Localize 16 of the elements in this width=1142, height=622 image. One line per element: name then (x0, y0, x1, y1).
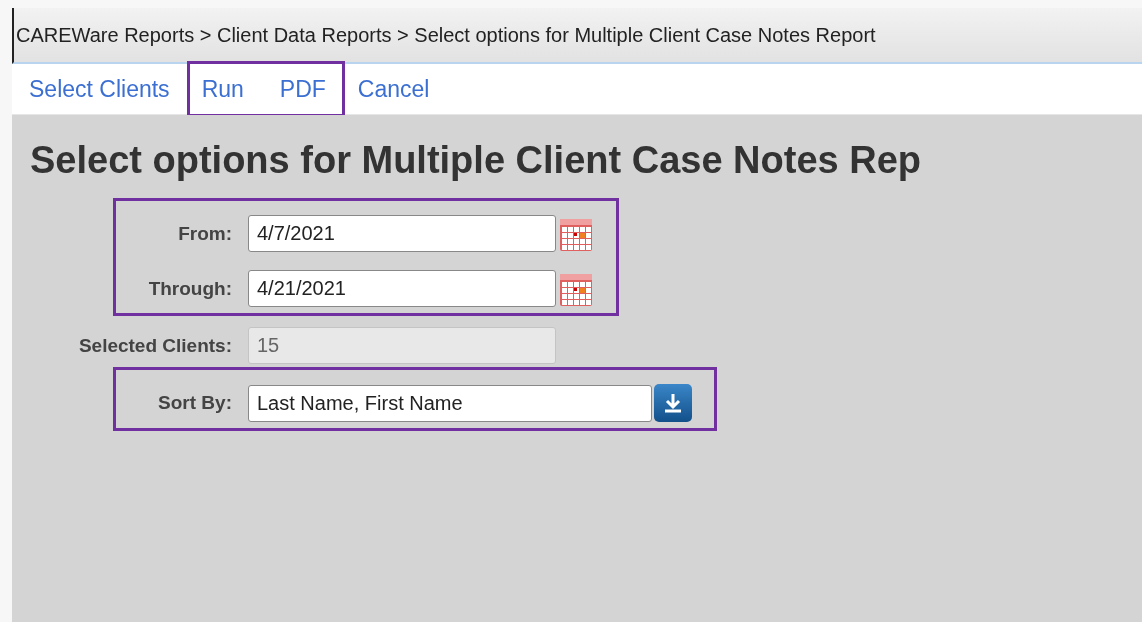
toolbar-link[interactable]: Run (201, 75, 244, 103)
dropdown-button[interactable] (654, 384, 692, 422)
field-label: Sort By: (158, 391, 232, 415)
sort-field[interactable]: Last Name, First Name (248, 384, 652, 422)
page-title: Select options for Multiple Client Case Notes Rep (30, 139, 922, 182)
toolbar-link[interactable]: Cancel (357, 75, 430, 103)
selected-clients-field: 15 (248, 327, 556, 364)
toolbar-link[interactable]: PDF (279, 75, 326, 103)
field-label: From: (178, 221, 232, 246)
field-label: Selected Clients: (78, 333, 232, 358)
date-field[interactable]: 4/7/2021 (248, 215, 556, 252)
breadcrumb: CAREWare Reports > Client Data Reports > Select options for Multiple Client Case Notes Report (12, 8, 1142, 64)
download-icon (663, 392, 683, 414)
date-field[interactable]: 4/21/2021 (248, 270, 556, 307)
toolbar-link[interactable]: Select Clients (29, 75, 170, 103)
field-label: Through: (148, 276, 232, 301)
